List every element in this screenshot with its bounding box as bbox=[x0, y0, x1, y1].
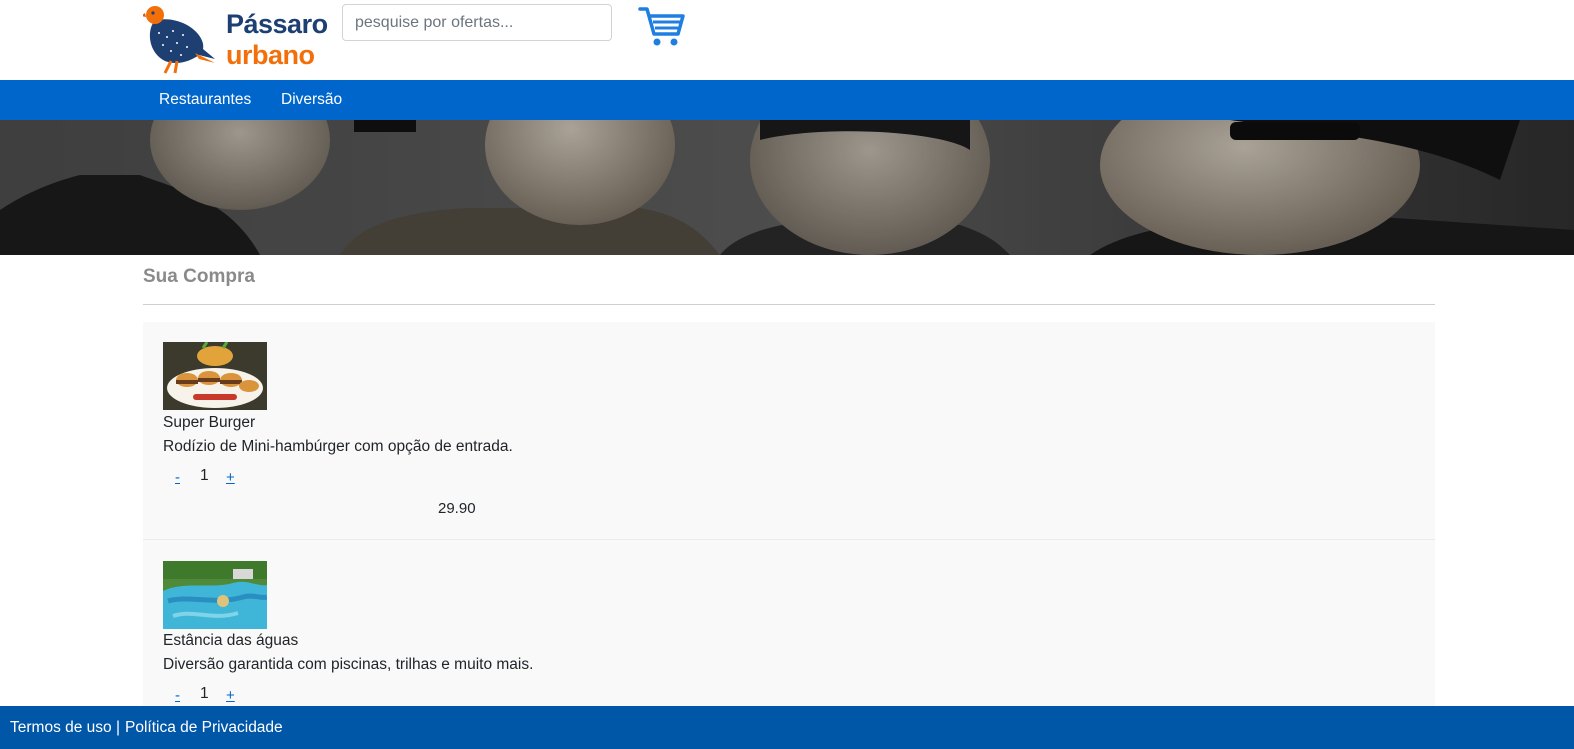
site-footer: Termos de uso | Política de Privacidade bbox=[0, 706, 1574, 749]
cart-items-list: Super Burger Rodízio de Mini-hambúrger c… bbox=[143, 322, 1435, 742]
decrease-quantity-button[interactable]: - bbox=[175, 687, 180, 704]
privacy-policy-link[interactable]: Política de Privacidade bbox=[125, 706, 283, 749]
page-title: Sua Compra bbox=[143, 266, 255, 287]
top-header: Pássaro urbano bbox=[0, 0, 1574, 80]
brand-name-line2: urbano bbox=[226, 40, 315, 70]
nav-item-diversao[interactable]: Diversão bbox=[281, 80, 342, 120]
title-divider bbox=[143, 304, 1435, 305]
main-nav: Restaurantes Diversão bbox=[0, 80, 1574, 120]
brand-name-line1: Pássaro bbox=[226, 9, 328, 39]
item-image-estancia-das-aguas bbox=[163, 561, 267, 629]
terms-link[interactable]: Termos de uso bbox=[10, 706, 112, 749]
search-input[interactable] bbox=[342, 4, 612, 41]
cart-item: Super Burger Rodízio de Mini-hambúrger c… bbox=[143, 322, 1435, 539]
bird-logo-icon bbox=[143, 6, 215, 74]
footer-separator: | bbox=[116, 719, 121, 736]
nav-item-restaurantes[interactable]: Restaurantes bbox=[159, 80, 251, 120]
increase-quantity-button[interactable]: + bbox=[226, 687, 235, 704]
shopping-cart-icon[interactable] bbox=[638, 6, 686, 48]
item-description: Diversão garantida com piscinas, trilhas… bbox=[163, 656, 534, 673]
decrease-quantity-button[interactable]: - bbox=[175, 469, 180, 486]
item-title: Estância das águas bbox=[163, 632, 299, 649]
item-price: 29.90 bbox=[438, 500, 476, 517]
item-title: Super Burger bbox=[163, 414, 256, 431]
quantity-value: 1 bbox=[200, 685, 209, 702]
item-description: Rodízio de Mini-hambúrger com opção de e… bbox=[163, 438, 513, 455]
increase-quantity-button[interactable]: + bbox=[226, 469, 235, 486]
quantity-value: 1 bbox=[200, 467, 209, 484]
hero-banner-image bbox=[0, 120, 1574, 255]
brand-logo[interactable]: Pássaro urbano bbox=[143, 3, 328, 75]
item-image-super-burger bbox=[163, 342, 267, 410]
